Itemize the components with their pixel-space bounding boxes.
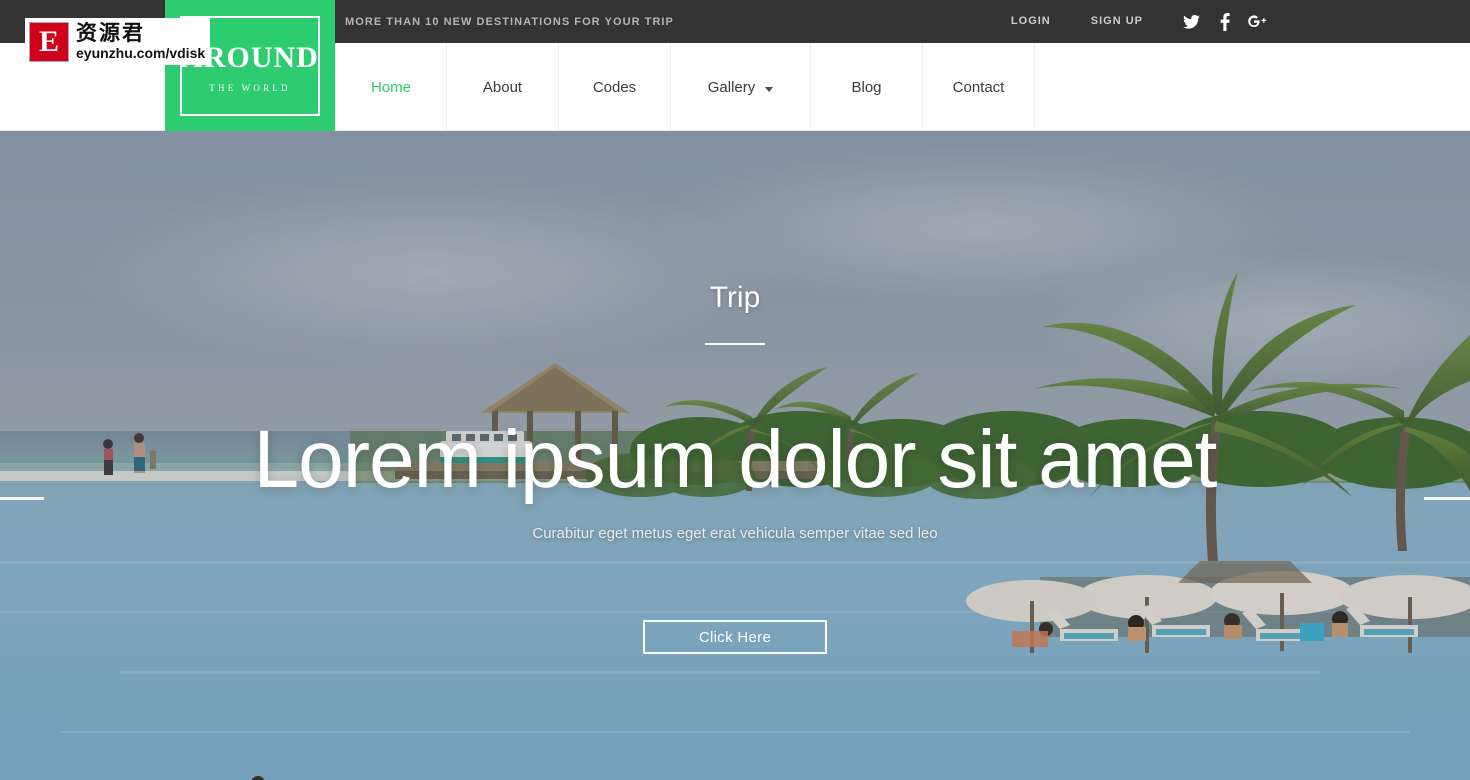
hero-title: Lorem ipsum dolor sit amet	[253, 414, 1218, 505]
hero-cta-button[interactable]: Click Here	[643, 620, 827, 655]
top-bar-actions: LOGIN SIGN UP	[991, 0, 1274, 43]
nav-label-codes: Codes	[592, 78, 637, 96]
social-links	[1175, 0, 1274, 43]
facebook-icon[interactable]	[1208, 0, 1241, 43]
nav-item-gallery[interactable]: Gallery	[671, 43, 811, 131]
nav-item-home[interactable]: Home	[335, 43, 447, 131]
nav-item-codes[interactable]: Codes	[559, 43, 671, 131]
watermark-overlay: E 资源君 eyunzhu.com/vdisk	[25, 18, 210, 65]
slider-prev-arrow[interactable]	[0, 497, 44, 500]
watermark-chinese-label: 资源君	[76, 21, 145, 45]
nav-label-gallery: Gallery	[707, 78, 756, 96]
hero-slider: Trip Lorem ipsum dolor sit amet Curabitu…	[0, 131, 1470, 780]
googleplus-icon[interactable]	[1241, 0, 1274, 43]
hero-divider	[705, 343, 765, 345]
top-bar-tagline: MORE THAN 10 NEW DESTINATIONS FOR YOUR T…	[345, 15, 674, 28]
signup-link[interactable]: SIGN UP	[1071, 0, 1163, 43]
nav-label-contact: Contact	[952, 78, 1005, 96]
nav-label-about: About	[482, 78, 523, 96]
slider-next-arrow[interactable]	[1424, 497, 1470, 500]
chevron-down-icon	[765, 86, 774, 92]
nav-item-contact[interactable]: Contact	[923, 43, 1035, 131]
hero-subtitle: Curabitur eget metus eget erat vehicula …	[532, 525, 938, 543]
nav-label-home: Home	[370, 78, 411, 96]
nav-list: Home About Codes Gallery Blog Contact	[335, 43, 1035, 131]
hero-kicker: Trip	[709, 281, 761, 314]
watermark-text: 资源君 eyunzhu.com/vdisk	[76, 21, 206, 61]
login-link[interactable]: LOGIN	[991, 0, 1071, 43]
hero-content: Trip Lorem ipsum dolor sit amet Curabitu…	[0, 131, 1470, 780]
logo-subtitle: THE WORLD	[209, 82, 291, 93]
watermark-badge-icon: E	[29, 21, 69, 62]
watermark-url: eyunzhu.com/vdisk	[76, 45, 206, 61]
nav-item-blog[interactable]: Blog	[811, 43, 923, 131]
nav-item-about[interactable]: About	[447, 43, 559, 131]
nav-label-blog: Blog	[851, 78, 882, 96]
twitter-icon[interactable]	[1175, 0, 1208, 43]
